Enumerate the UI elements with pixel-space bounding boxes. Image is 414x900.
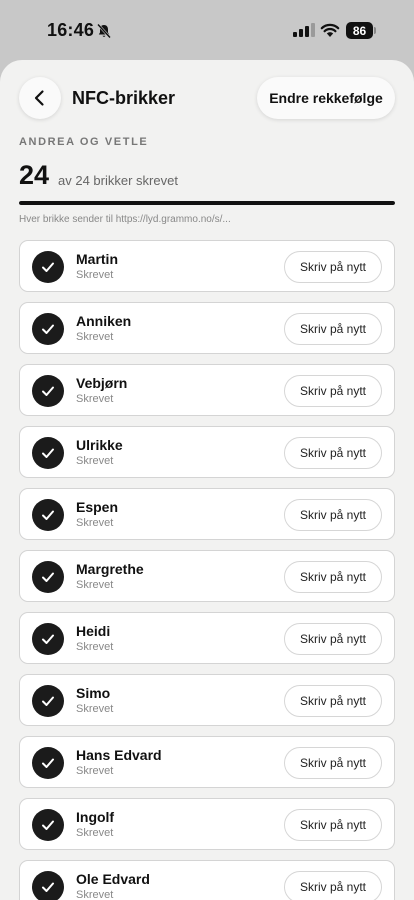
signal-icon: [293, 23, 315, 37]
rewrite-button[interactable]: Skriv på nytt: [284, 251, 382, 283]
rewrite-button[interactable]: Skriv på nytt: [284, 871, 382, 900]
rewrite-button[interactable]: Skriv på nytt: [284, 747, 382, 779]
page-title: NFC-brikker: [72, 88, 176, 108]
battery-level: 86: [346, 22, 373, 39]
status-time: 16:46: [47, 20, 95, 40]
tag-name: Vebjørn: [76, 375, 128, 391]
group-label: ANDREA OG VETLE: [19, 136, 149, 148]
check-icon: [32, 375, 64, 407]
tag-name: Anniken: [76, 313, 132, 329]
rewrite-button[interactable]: Skriv på nytt: [284, 809, 382, 841]
chevron-left-icon: [34, 90, 44, 106]
tag-name: Hans Edvard: [76, 747, 162, 763]
tag-card[interactable]: Espen Skrevet Skriv på nytt: [19, 488, 395, 540]
tag-name: Heidi: [76, 623, 111, 639]
tag-name: Simo: [76, 685, 111, 701]
rewrite-button[interactable]: Skriv på nytt: [284, 375, 382, 407]
tag-status: Skrevet: [76, 517, 114, 529]
tag-status: Skrevet: [76, 827, 114, 839]
tag-name: Ole Edvard: [76, 871, 150, 887]
progress-bar: [19, 201, 395, 205]
tag-card[interactable]: Ulrikke Skrevet Skriv på nytt: [19, 426, 395, 478]
reorder-button[interactable]: Endre rekkefølge: [257, 77, 395, 119]
wifi-icon: [320, 23, 340, 37]
check-icon: [32, 499, 64, 531]
tag-name: Margrethe: [76, 561, 144, 577]
check-icon: [32, 437, 64, 469]
check-icon: [32, 871, 64, 900]
tag-status: Skrevet: [76, 765, 114, 777]
check-icon: [32, 313, 64, 345]
tag-card[interactable]: Ingolf Skrevet Skriv på nytt: [19, 798, 395, 850]
battery-tip: [374, 27, 376, 34]
written-count: 24: [19, 160, 50, 190]
tag-card[interactable]: Martin Skrevet Skriv på nytt: [19, 240, 395, 292]
tag-name: Ingolf: [76, 809, 115, 825]
check-icon: [32, 809, 64, 841]
check-icon: [32, 685, 64, 717]
url-note: Hver brikke sender til https://lyd.gramm…: [19, 214, 231, 225]
check-icon: [32, 251, 64, 283]
bell-slash-icon: [97, 23, 111, 39]
tag-name: Martin: [76, 251, 118, 267]
rewrite-button[interactable]: Skriv på nytt: [284, 623, 382, 655]
tag-status: Skrevet: [76, 579, 114, 591]
rewrite-button[interactable]: Skriv på nytt: [284, 499, 382, 531]
status-bar: 16:46 86: [0, 0, 414, 60]
tag-name: Ulrikke: [76, 437, 123, 453]
rewrite-button[interactable]: Skriv på nytt: [284, 437, 382, 469]
tag-card[interactable]: Vebjørn Skrevet Skriv på nytt: [19, 364, 395, 416]
rewrite-button[interactable]: Skriv på nytt: [284, 685, 382, 717]
tag-status: Skrevet: [76, 269, 114, 281]
nfc-sheet: NFC-brikker Endre rekkefølge ANDREA OG V…: [0, 60, 414, 900]
tag-card[interactable]: Ole Edvard Skrevet Skriv på nytt: [19, 860, 395, 900]
tag-card[interactable]: Heidi Skrevet Skriv på nytt: [19, 612, 395, 664]
tag-name: Espen: [76, 499, 119, 515]
tag-status: Skrevet: [76, 393, 114, 405]
tag-card[interactable]: Simo Skrevet Skriv på nytt: [19, 674, 395, 726]
written-count-text: av 24 brikker skrevet: [58, 173, 178, 188]
tag-status: Skrevet: [76, 455, 114, 467]
tag-status: Skrevet: [76, 641, 114, 653]
back-button[interactable]: [19, 77, 61, 119]
check-icon: [32, 623, 64, 655]
rewrite-button[interactable]: Skriv på nytt: [284, 561, 382, 593]
battery-icon: 86: [346, 22, 376, 39]
progress-fill: [19, 201, 395, 205]
rewrite-button[interactable]: Skriv på nytt: [284, 313, 382, 345]
check-icon: [32, 561, 64, 593]
tag-status: Skrevet: [76, 331, 114, 343]
tag-status: Skrevet: [76, 703, 114, 715]
tag-card[interactable]: Hans Edvard Skrevet Skriv på nytt: [19, 736, 395, 788]
tag-status: Skrevet: [76, 889, 114, 900]
check-icon: [32, 747, 64, 779]
tag-card[interactable]: Margrethe Skrevet Skriv på nytt: [19, 550, 395, 602]
tag-card[interactable]: Anniken Skrevet Skriv på nytt: [19, 302, 395, 354]
tag-list: Martin Skrevet Skriv på nytt Anniken Skrevet…: [19, 240, 395, 900]
